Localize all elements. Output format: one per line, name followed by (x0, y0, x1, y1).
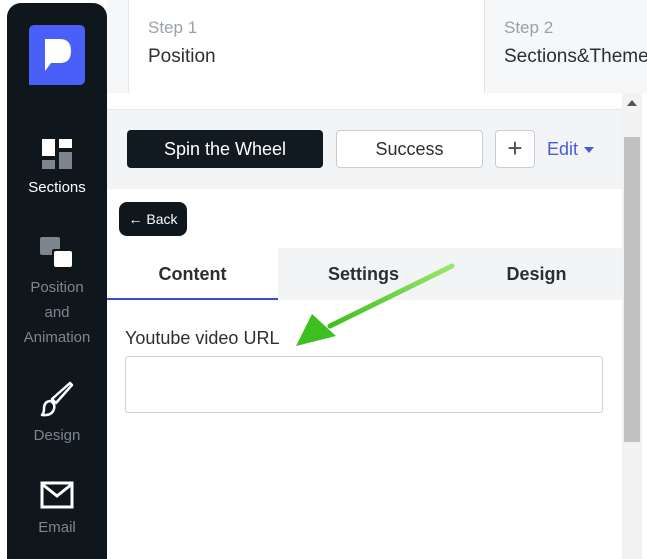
add-section-button[interactable]: + (495, 130, 535, 168)
sidebar-item-label: Sections (28, 179, 86, 196)
step-title: Position (148, 46, 216, 67)
annotation-arrow (296, 263, 455, 346)
step-number: Step 2 (504, 18, 554, 37)
spin-the-wheel-button[interactable]: Spin the Wheel (127, 130, 323, 168)
sections-icon (42, 139, 72, 169)
edit-dropdown[interactable]: Edit (547, 138, 595, 160)
scrollbar[interactable] (622, 93, 642, 559)
sidebar-item-sections[interactable]: Sections (7, 139, 107, 200)
position-icon (40, 237, 74, 269)
step-title: Sections&Theme (504, 46, 647, 67)
edit-label: Edit (547, 139, 579, 159)
sidebar-item-email[interactable]: Email (7, 481, 107, 540)
step-sections-theme[interactable]: Step 2 Sections&Theme (485, 0, 647, 93)
sidebar: Sections Position and Animation Design E… (7, 3, 107, 559)
tab-design[interactable]: Design (451, 248, 622, 300)
section-toolbar: Spin the Wheel Success + Edit (107, 110, 622, 189)
sidebar-item-position[interactable]: Position and Animation (7, 237, 107, 350)
back-button[interactable]: ← Back (119, 202, 187, 236)
success-button[interactable]: Success (336, 130, 483, 168)
sidebar-item-label: Position and Animation (23, 279, 91, 346)
step-position[interactable]: Step 1 Position (128, 0, 485, 93)
sidebar-item-label: Design (33, 427, 81, 444)
youtube-url-input[interactable] (125, 356, 603, 413)
tab-content[interactable]: Content (107, 248, 278, 300)
youtube-url-label: Youtube video URL (125, 328, 280, 348)
brush-icon (40, 381, 74, 417)
steps-header: Step 1 Position Step 2 Sections&Theme (107, 0, 647, 93)
caret-down-icon (584, 147, 595, 154)
scroll-up-icon[interactable] (627, 100, 637, 106)
app-logo (29, 25, 85, 85)
sidebar-item-design[interactable]: Design (7, 381, 107, 448)
step-number: Step 1 (148, 18, 198, 37)
envelope-icon (40, 481, 74, 509)
scroll-thumb[interactable] (624, 137, 640, 442)
sidebar-item-label: Email (38, 519, 76, 536)
